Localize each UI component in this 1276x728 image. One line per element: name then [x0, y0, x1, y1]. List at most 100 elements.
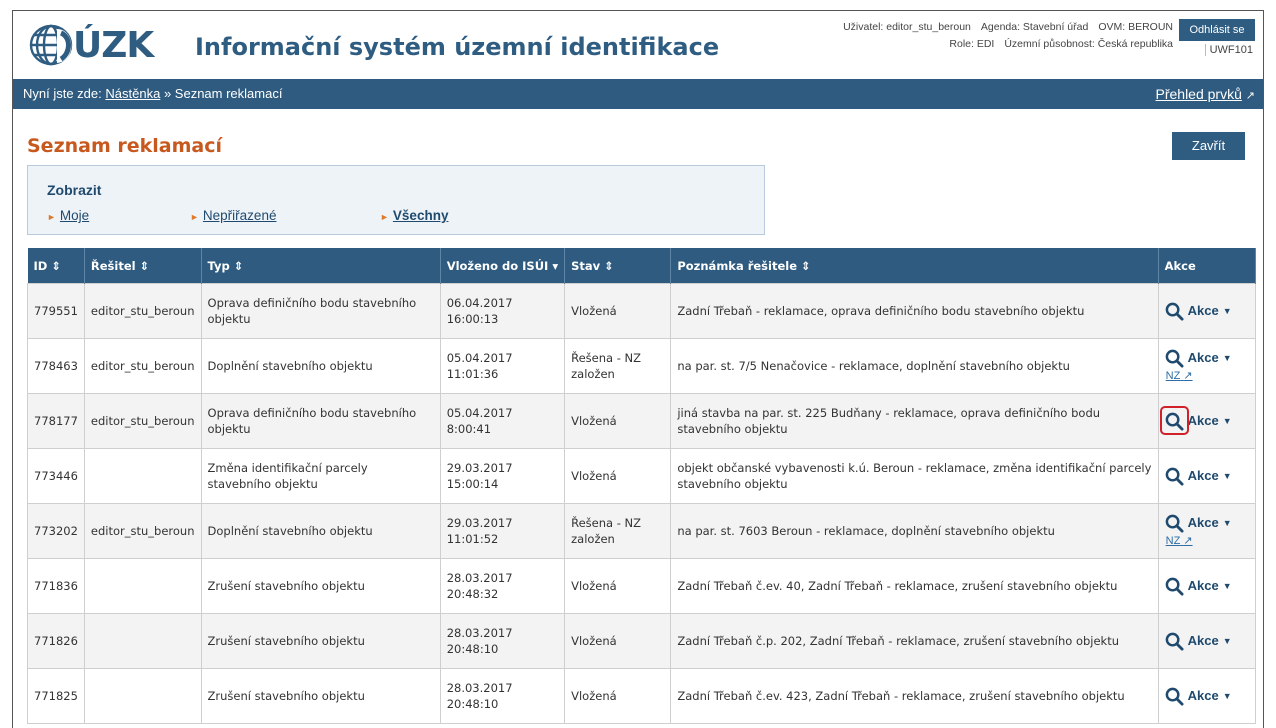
- table-row[interactable]: 771836 Zrušení stavebního objektu 28.03.20…: [27, 558, 1257, 614]
- column-header-vlozeno[interactable]: Vloženo do ISÚI ▾: [440, 248, 566, 284]
- filter-option-label[interactable]: Všechny: [393, 208, 449, 223]
- table-row[interactable]: 779551 editor_stu_beroun Oprava definičníh…: [27, 283, 1257, 339]
- detail-button[interactable]: [1165, 687, 1184, 706]
- action-menu[interactable]: Akce ▼: [1165, 632, 1249, 651]
- app-window: ÚZK Informační systém územní identifikac…: [12, 10, 1264, 728]
- cell-vlozeno: 05.04.2017 8:00:41: [439, 393, 566, 449]
- caret-down-icon: ▼: [1222, 581, 1232, 591]
- caret-down-icon: ▼: [1222, 471, 1232, 481]
- cuzk-logo[interactable]: ÚZK: [27, 23, 154, 67]
- column-header-stav[interactable]: Stav ⇕: [564, 248, 672, 284]
- search-icon: [1165, 687, 1184, 706]
- overview-link-label[interactable]: Přehled prvků: [1156, 86, 1242, 102]
- action-dropdown-label[interactable]: Akce: [1188, 303, 1219, 319]
- caret-down-icon: ▼: [1222, 636, 1232, 646]
- cell-resitel: [83, 613, 202, 669]
- column-header-typ[interactable]: Typ ⇕: [201, 248, 441, 284]
- detail-button[interactable]: [1165, 302, 1184, 321]
- cell-vlozeno: 29.03.2017 15:00:14: [439, 448, 566, 504]
- filter-option-unassigned[interactable]: ► Nepřiřazené: [190, 208, 276, 223]
- table-header-row: ID ⇕ Řešitel ⇕ Typ ⇕ Vloženo do ISÚI ▾ S…: [27, 248, 1257, 284]
- filter-option-mine[interactable]: ► Moje: [47, 208, 89, 223]
- cell-poznamka: Zadní Třebaň č.ev. 40, Zadní Třebaň - re…: [670, 558, 1159, 614]
- arrow-right-icon: ►: [47, 212, 56, 222]
- cell-akce: Akce ▼: [1157, 558, 1257, 614]
- action-dropdown-label[interactable]: Akce: [1188, 350, 1219, 366]
- cell-id: 771836: [27, 558, 85, 614]
- action-menu[interactable]: Akce ▼: [1165, 687, 1249, 706]
- table-row[interactable]: 773202 editor_stu_beroun Doplnění stavební…: [27, 503, 1257, 559]
- column-header-poznamka[interactable]: Poznámka řešitele ⇕: [670, 248, 1159, 284]
- header: ÚZK Informační systém územní identifikac…: [13, 11, 1263, 79]
- cell-akce: Akce ▼: [1157, 283, 1257, 339]
- external-link-icon: ↗: [1183, 534, 1193, 547]
- detail-button[interactable]: [1159, 405, 1189, 435]
- search-icon: [1165, 412, 1184, 431]
- cell-id: 779551: [27, 283, 85, 339]
- breadcrumb-separator: »: [163, 86, 172, 101]
- column-header-id[interactable]: ID ⇕: [27, 248, 85, 284]
- table-row[interactable]: 773446 Změna identifikační parcely staveb…: [27, 448, 1257, 504]
- action-dropdown-label[interactable]: Akce: [1188, 413, 1219, 429]
- close-button[interactable]: Zavřít: [1172, 132, 1245, 160]
- action-dropdown-label[interactable]: Akce: [1188, 578, 1219, 594]
- breadcrumb: Nyní jste zde: Nástěnka » Seznam reklama…: [13, 79, 1263, 109]
- action-dropdown-label[interactable]: Akce: [1188, 633, 1219, 649]
- caret-down-icon: ▼: [1222, 691, 1232, 701]
- column-header-resitel[interactable]: Řešitel ⇕: [84, 248, 202, 284]
- detail-button[interactable]: [1165, 349, 1184, 368]
- cell-stav: Řešena - NZ založen: [564, 503, 672, 559]
- action-dropdown-label[interactable]: Akce: [1188, 468, 1219, 484]
- cell-resitel: editor_stu_beroun: [83, 338, 202, 394]
- cell-poznamka: na par. st. 7/5 Nenačovice - reklamace, …: [670, 338, 1159, 394]
- column-header-akce: Akce: [1158, 248, 1257, 284]
- table-row[interactable]: 771826 Zrušení stavebního objektu 28.03.20…: [27, 613, 1257, 669]
- breadcrumb-prefix: Nyní jste zde:: [23, 86, 102, 101]
- action-menu[interactable]: Akce ▼: [1165, 514, 1249, 533]
- nz-link[interactable]: NZ ↗: [1166, 368, 1249, 384]
- app-title: Informační systém územní identifikace: [195, 33, 720, 61]
- table-row[interactable]: 771825 Zrušení stavebního objektu 28.03.20…: [27, 668, 1257, 724]
- filter-panel: Zobrazit ► Moje ► Nepřiřazené ► Všechny: [27, 165, 765, 235]
- detail-button[interactable]: [1165, 467, 1184, 486]
- cell-vlozeno: 28.03.2017 20:48:10: [439, 668, 566, 724]
- action-menu[interactable]: Akce ▼: [1165, 302, 1249, 321]
- external-link-icon: ↗: [1245, 90, 1255, 102]
- cell-typ: Oprava definičního bodu stavebního objek…: [200, 283, 441, 339]
- cell-resitel: editor_stu_beroun: [83, 503, 202, 559]
- filter-option-all[interactable]: ► Všechny: [380, 208, 448, 223]
- action-menu[interactable]: Akce ▼: [1165, 467, 1249, 486]
- action-dropdown-label[interactable]: Akce: [1188, 515, 1219, 531]
- breadcrumb-home-link[interactable]: Nástěnka: [105, 86, 160, 101]
- action-menu[interactable]: Akce ▼: [1159, 405, 1249, 435]
- cell-vlozeno: 29.03.2017 11:01:52: [439, 503, 566, 559]
- user-ovm: OVM: BEROUN: [1098, 21, 1173, 33]
- cell-akce: Akce ▼ NZ ↗: [1157, 503, 1257, 559]
- table-row[interactable]: 778177 editor_stu_beroun Oprava definičníh…: [27, 393, 1257, 449]
- action-dropdown-label[interactable]: Akce: [1188, 688, 1219, 704]
- action-menu[interactable]: Akce ▼: [1165, 349, 1249, 368]
- cell-stav: Vložená: [564, 448, 672, 504]
- overview-link[interactable]: Přehled prvků ↗: [1156, 79, 1256, 111]
- cell-vlozeno: 06.04.2017 16:00:13: [439, 283, 566, 339]
- detail-button[interactable]: [1165, 514, 1184, 533]
- nz-link[interactable]: NZ ↗: [1166, 533, 1249, 549]
- user-role: Role: EDI: [949, 38, 995, 50]
- detail-button[interactable]: [1165, 632, 1184, 651]
- filter-option-label[interactable]: Moje: [60, 208, 89, 223]
- search-icon: [1165, 514, 1184, 533]
- table-row[interactable]: 778463 editor_stu_beroun Doplnění stavební…: [27, 338, 1257, 394]
- cell-poznamka: Zadní Třebaň - reklamace, oprava definič…: [670, 283, 1159, 339]
- logout-button[interactable]: Odhlásit se: [1179, 19, 1255, 41]
- action-menu[interactable]: Akce ▼: [1165, 577, 1249, 596]
- cell-stav: Vložená: [564, 613, 672, 669]
- cell-resitel: [83, 558, 202, 614]
- cell-vlozeno: 28.03.2017 20:48:10: [439, 613, 566, 669]
- external-link-icon: ↗: [1183, 369, 1193, 382]
- detail-button[interactable]: [1165, 577, 1184, 596]
- cell-resitel: editor_stu_beroun: [83, 393, 202, 449]
- user-scope: Územní působnost: Česká republika: [1004, 38, 1173, 50]
- caret-down-icon: ▼: [1222, 416, 1232, 426]
- filter-option-label[interactable]: Nepřiřazené: [203, 208, 277, 223]
- cell-typ: Zrušení stavebního objektu: [200, 558, 441, 614]
